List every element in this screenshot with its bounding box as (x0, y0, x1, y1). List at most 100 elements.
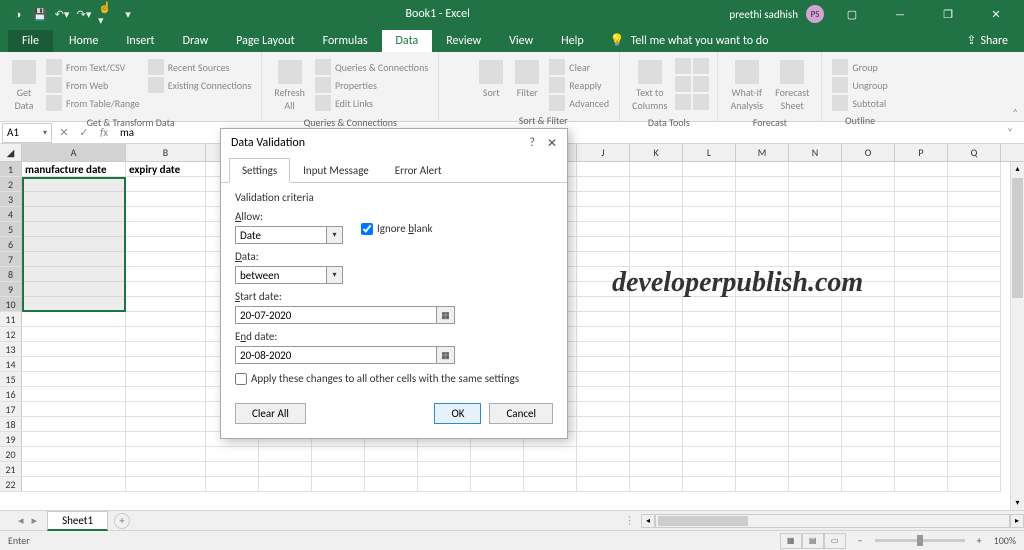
cell-b15[interactable] (126, 372, 206, 387)
cell-b6[interactable] (126, 237, 206, 252)
cell-o10[interactable] (842, 297, 895, 312)
ungroup-button[interactable]: Ungroup (830, 76, 889, 94)
cell-j4[interactable] (577, 207, 630, 222)
cell-n4[interactable] (789, 207, 842, 222)
scroll-down-icon[interactable]: ▾ (1011, 496, 1024, 510)
sheet-nav-next-icon[interactable]: ▸ (32, 514, 38, 527)
cell-f20[interactable] (365, 447, 418, 462)
cell-h21[interactable] (471, 462, 524, 477)
cell-p22[interactable] (895, 477, 948, 492)
cell-j7[interactable] (577, 252, 630, 267)
restore-icon[interactable]: ❐ (928, 0, 968, 28)
cell-q13[interactable] (948, 342, 1001, 357)
page-break-view-icon[interactable]: ▭ (824, 533, 846, 549)
cell-b19[interactable] (126, 432, 206, 447)
cell-l6[interactable] (683, 237, 736, 252)
cell-l12[interactable] (683, 327, 736, 342)
cell-b3[interactable] (126, 192, 206, 207)
row-header-11[interactable]: 11 (0, 312, 22, 327)
cell-k10[interactable] (630, 297, 683, 312)
clear-filter-button[interactable]: Clear (547, 58, 611, 76)
cell-o14[interactable] (842, 357, 895, 372)
cell-h22[interactable] (471, 477, 524, 492)
cell-j6[interactable] (577, 237, 630, 252)
cell-a20[interactable] (22, 447, 126, 462)
select-all-triangle[interactable]: ◢ (0, 144, 22, 161)
tab-page-layout[interactable]: Page Layout (222, 30, 308, 52)
cell-o16[interactable] (842, 387, 895, 402)
share-button[interactable]: ⇪ Share (950, 29, 1024, 52)
cell-o20[interactable] (842, 447, 895, 462)
zoom-slider[interactable] (875, 539, 965, 542)
page-layout-view-icon[interactable]: ▤ (802, 533, 824, 549)
dialog-close-icon[interactable]: ✕ (547, 136, 557, 151)
row-header-20[interactable]: 20 (0, 447, 22, 462)
cell-j20[interactable] (577, 447, 630, 462)
cell-j2[interactable] (577, 177, 630, 192)
cell-a10[interactable] (22, 297, 126, 312)
cell-p8[interactable] (895, 267, 948, 282)
recent-sources-button[interactable]: Recent Sources (146, 58, 253, 76)
cell-b20[interactable] (126, 447, 206, 462)
subtotal-button[interactable]: Subtotal (830, 94, 889, 112)
tab-formulas[interactable]: Formulas (309, 30, 382, 52)
cell-o1[interactable] (842, 162, 895, 177)
start-date-input[interactable] (235, 306, 437, 324)
whatif-button[interactable]: What-If Analysis (726, 58, 767, 114)
col-header-l[interactable]: L (683, 144, 736, 161)
cell-c22[interactable] (206, 477, 259, 492)
cell-n20[interactable] (789, 447, 842, 462)
cell-a21[interactable] (22, 462, 126, 477)
cell-b21[interactable] (126, 462, 206, 477)
cell-g20[interactable] (418, 447, 471, 462)
cell-m19[interactable] (736, 432, 789, 447)
tab-help[interactable]: Help (547, 30, 598, 52)
cell-j21[interactable] (577, 462, 630, 477)
end-date-input[interactable] (235, 346, 437, 364)
advanced-button[interactable]: Advanced (547, 94, 611, 112)
cell-a3[interactable] (22, 192, 126, 207)
allow-dropdown-icon[interactable]: ▾ (327, 226, 343, 244)
edit-links-button[interactable]: Edit Links (313, 94, 430, 112)
tab-home[interactable]: Home (55, 30, 112, 52)
cell-o11[interactable] (842, 312, 895, 327)
flash-fill-icon[interactable] (675, 58, 691, 74)
cell-l11[interactable] (683, 312, 736, 327)
cell-n15[interactable] (789, 372, 842, 387)
cell-n17[interactable] (789, 402, 842, 417)
cell-a7[interactable] (22, 252, 126, 267)
cell-n3[interactable] (789, 192, 842, 207)
cell-q8[interactable] (948, 267, 1001, 282)
dialog-titlebar[interactable]: Data Validation ? ✕ (221, 129, 567, 157)
cell-j19[interactable] (577, 432, 630, 447)
row-header-3[interactable]: 3 (0, 192, 22, 207)
cell-a13[interactable] (22, 342, 126, 357)
cell-p12[interactable] (895, 327, 948, 342)
col-header-o[interactable]: O (842, 144, 895, 161)
row-header-6[interactable]: 6 (0, 237, 22, 252)
cell-d21[interactable] (259, 462, 312, 477)
cell-k19[interactable] (630, 432, 683, 447)
cell-b12[interactable] (126, 327, 206, 342)
tab-file[interactable]: File (8, 30, 53, 52)
vertical-scrollbar[interactable]: ▴ ▾ (1010, 162, 1024, 510)
cell-q19[interactable] (948, 432, 1001, 447)
tell-me-search[interactable]: 💡 Tell me what you want to do (598, 29, 781, 52)
cell-n5[interactable] (789, 222, 842, 237)
cell-p9[interactable] (895, 282, 948, 297)
cell-n1[interactable] (789, 162, 842, 177)
cell-o17[interactable] (842, 402, 895, 417)
cell-n12[interactable] (789, 327, 842, 342)
cell-m22[interactable] (736, 477, 789, 492)
cell-o6[interactable] (842, 237, 895, 252)
dialog-help-icon[interactable]: ? (529, 136, 535, 151)
cell-n11[interactable] (789, 312, 842, 327)
cell-m11[interactable] (736, 312, 789, 327)
undo-icon[interactable]: ↶▾ (54, 6, 70, 22)
hscroll-right-icon[interactable]: ▸ (1010, 514, 1024, 528)
cell-q1[interactable] (948, 162, 1001, 177)
cell-l2[interactable] (683, 177, 736, 192)
cell-l17[interactable] (683, 402, 736, 417)
queries-connections-button[interactable]: Queries & Connections (313, 58, 430, 76)
cell-m12[interactable] (736, 327, 789, 342)
